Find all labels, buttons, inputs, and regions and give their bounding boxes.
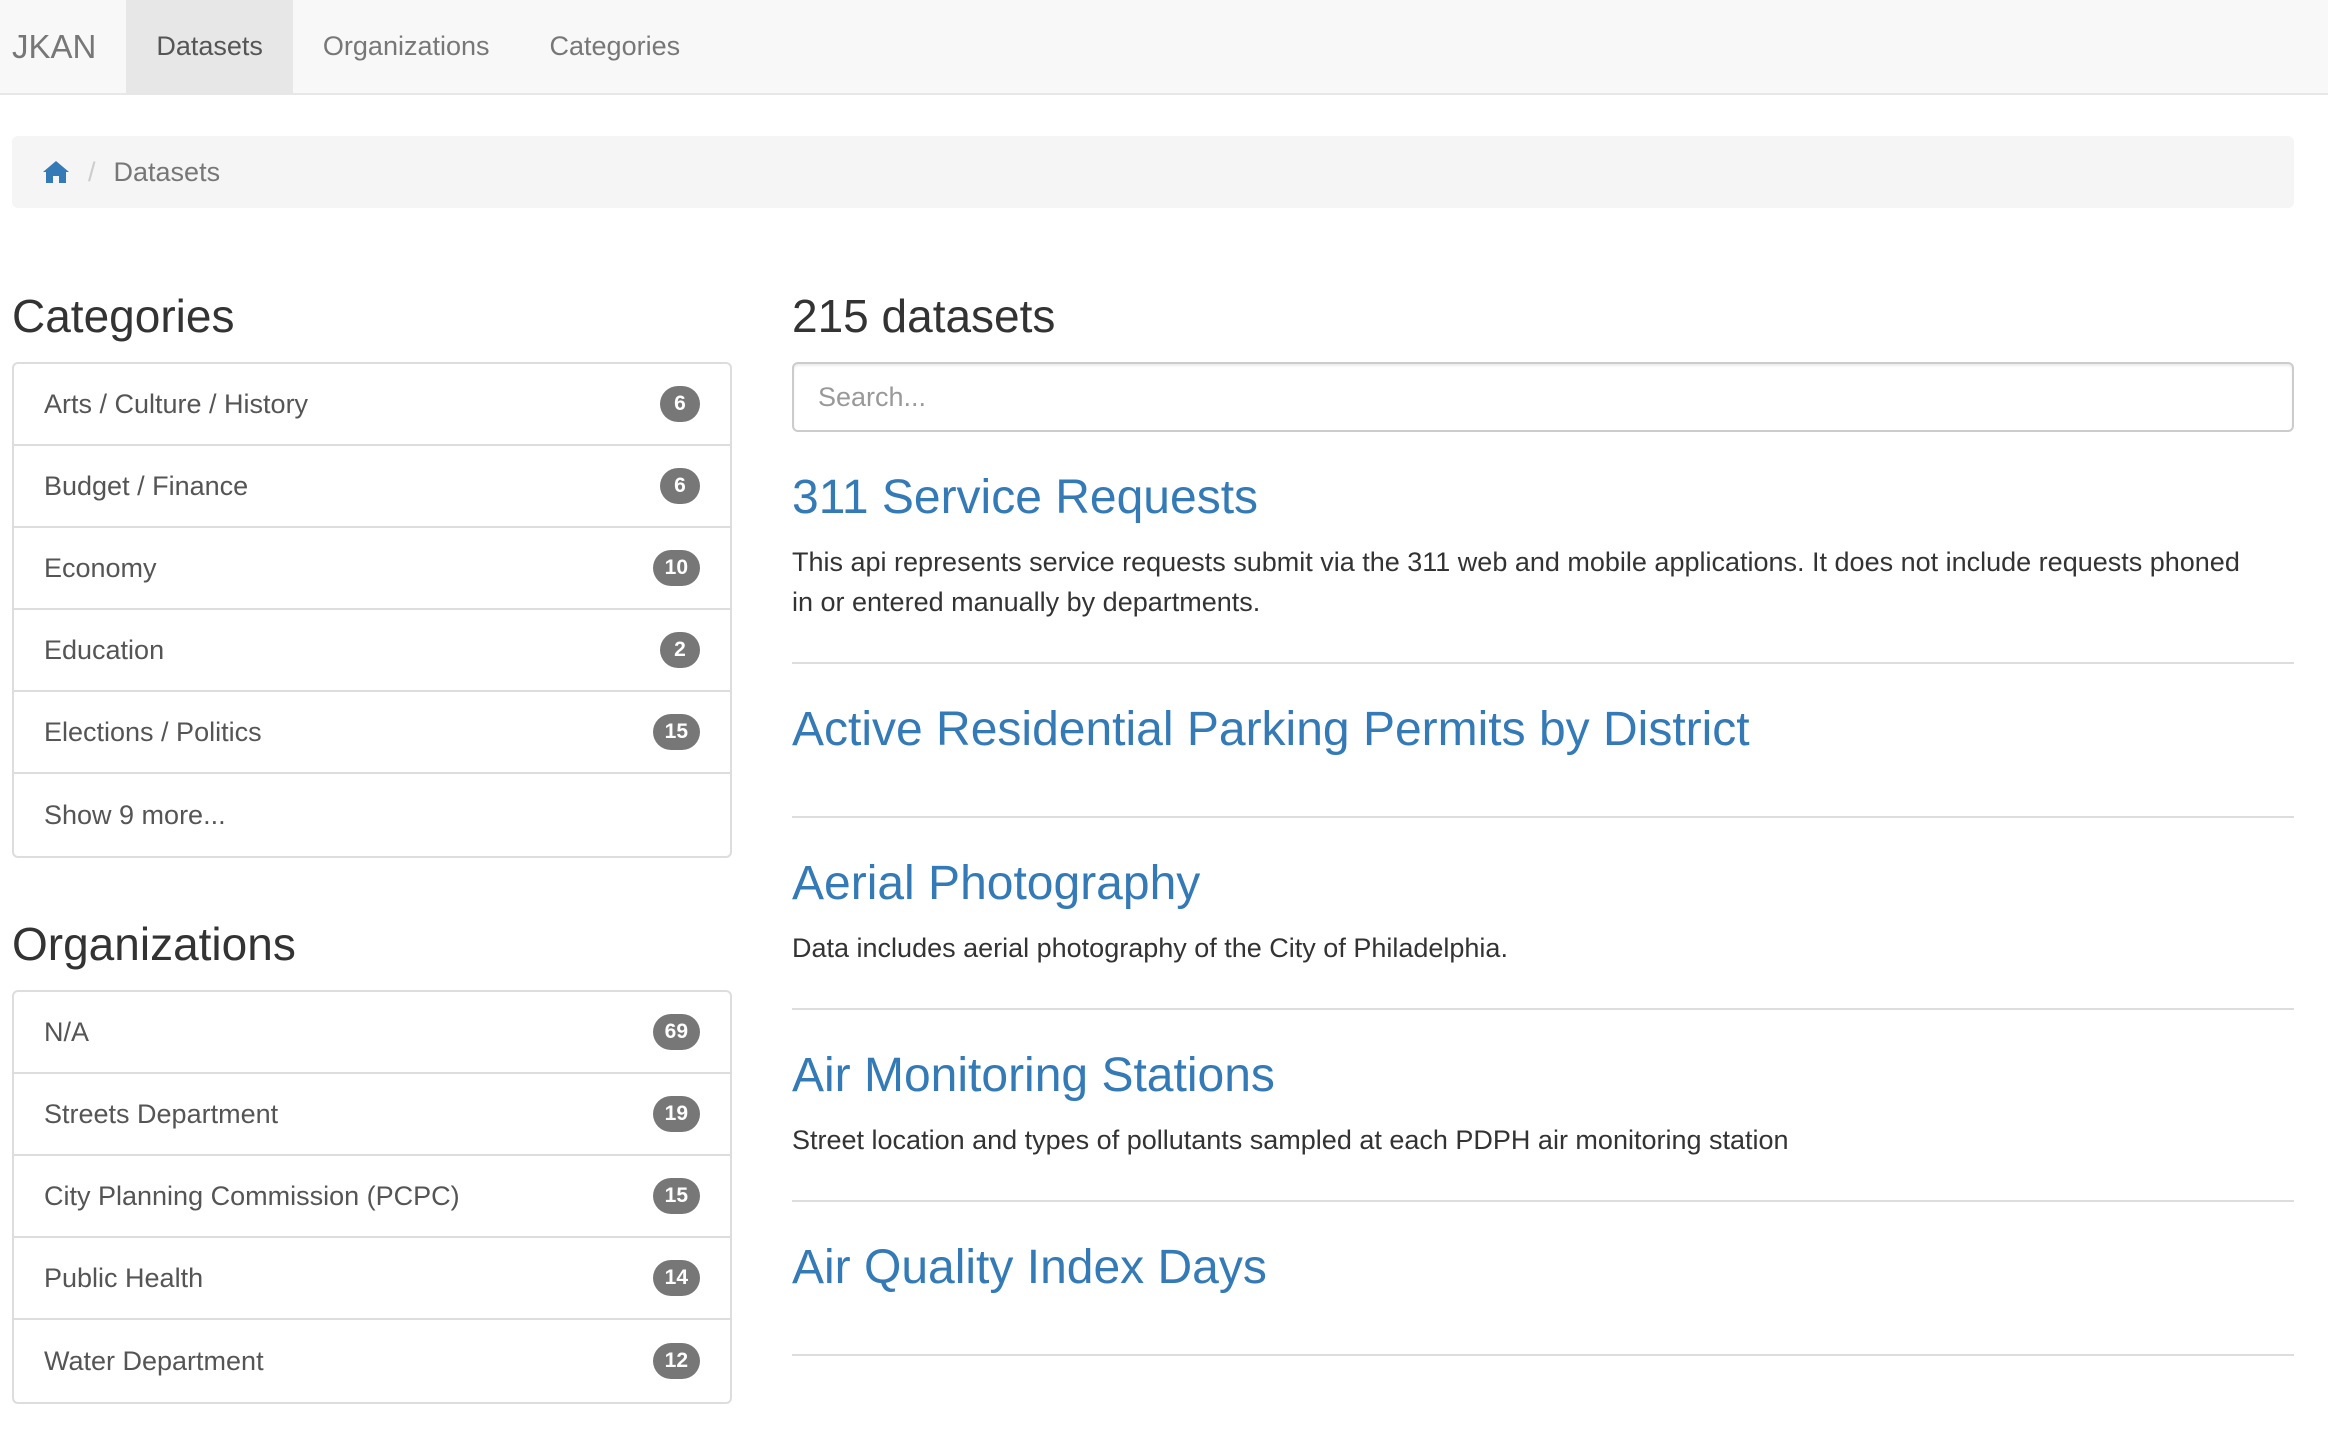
dataset-description: Street location and types of pollutants …	[792, 1125, 1789, 1155]
nav-organizations[interactable]: Organizations	[293, 0, 520, 93]
category-item[interactable]: Elections / Politics 15	[14, 692, 730, 774]
dataset-description: This api represents service requests sub…	[792, 547, 2240, 617]
category-item[interactable]: Budget / Finance 6	[14, 446, 730, 528]
count-badge: 10	[652, 550, 700, 586]
dataset-title-link[interactable]: Air Quality Index Days	[792, 1238, 1267, 1298]
organization-item[interactable]: Streets Department 19	[14, 1074, 730, 1156]
sidebar: Categories Arts / Culture / History 6 Bu…	[12, 280, 732, 1454]
count-badge: 12	[652, 1343, 700, 1379]
category-label: Budget / Finance	[44, 470, 249, 501]
nav-categories[interactable]: Categories	[520, 0, 711, 93]
count-badge: 69	[652, 1014, 700, 1050]
search-input[interactable]	[792, 362, 2294, 432]
dataset-item: Air Quality Index Days	[792, 1202, 2294, 1356]
organization-item[interactable]: N/A 69	[14, 992, 730, 1074]
count-badge: 14	[652, 1260, 700, 1296]
category-item[interactable]: Arts / Culture / History 6	[14, 364, 730, 446]
dataset-title-link[interactable]: 311 Service Requests	[792, 468, 1258, 528]
dataset-item: Active Residential Parking Permits by Di…	[792, 664, 2294, 818]
breadcrumb: / Datasets	[12, 136, 2294, 208]
organization-item[interactable]: Public Health 14	[14, 1238, 730, 1320]
organizations-heading: Organizations	[12, 918, 296, 970]
brand-logo[interactable]: JKAN	[0, 0, 126, 93]
category-label: Education	[44, 634, 165, 665]
organization-label: Streets Department	[44, 1098, 279, 1129]
show-more-categories[interactable]: Show 9 more...	[14, 774, 730, 856]
category-item[interactable]: Economy 10	[14, 528, 730, 610]
main-content: 215 datasets 311 Service Requests This a…	[792, 280, 2294, 1356]
dataset-item: Air Monitoring Stations Street location …	[792, 1010, 2294, 1202]
organization-item[interactable]: City Planning Commission (PCPC) 15	[14, 1156, 730, 1238]
dataset-item: Aerial Photography Data includes aerial …	[792, 818, 2294, 1010]
dataset-description: Data includes aerial photography of the …	[792, 933, 1508, 963]
dataset-title-link[interactable]: Aerial Photography	[792, 854, 1200, 914]
count-badge: 15	[652, 714, 700, 750]
categories-heading: Categories	[12, 290, 235, 342]
organization-label: Public Health	[44, 1262, 204, 1293]
count-badge: 15	[652, 1178, 700, 1214]
category-label: Elections / Politics	[44, 716, 262, 747]
organizations-list: N/A 69 Streets Department 19 City Planni…	[12, 990, 732, 1404]
show-more-label: Show 9 more...	[44, 799, 226, 830]
category-label: Arts / Culture / History	[44, 388, 309, 419]
breadcrumb-separator: /	[88, 156, 96, 187]
dataset-title-link[interactable]: Air Monitoring Stations	[792, 1046, 1275, 1106]
count-badge: 6	[660, 468, 700, 504]
count-badge: 2	[660, 632, 700, 668]
nav-datasets[interactable]: Datasets	[126, 0, 293, 93]
organization-label: Water Department	[44, 1345, 264, 1376]
dataset-count-heading: 215 datasets	[792, 290, 1056, 342]
category-label: Economy	[44, 552, 157, 583]
dataset-item: 311 Service Requests This api represents…	[792, 432, 2294, 664]
category-item[interactable]: Education 2	[14, 610, 730, 692]
top-navbar: JKAN Datasets Organizations Categories	[0, 0, 2328, 95]
count-badge: 19	[652, 1096, 700, 1132]
dataset-title-link[interactable]: Active Residential Parking Permits by Di…	[792, 700, 1750, 760]
home-icon[interactable]	[42, 159, 70, 185]
breadcrumb-current: Datasets	[113, 156, 221, 187]
organization-item[interactable]: Water Department 12	[14, 1320, 730, 1402]
count-badge: 6	[660, 386, 700, 422]
categories-list: Arts / Culture / History 6 Budget / Fina…	[12, 362, 732, 858]
organization-label: City Planning Commission (PCPC)	[44, 1180, 460, 1211]
organization-label: N/A	[44, 1016, 90, 1047]
